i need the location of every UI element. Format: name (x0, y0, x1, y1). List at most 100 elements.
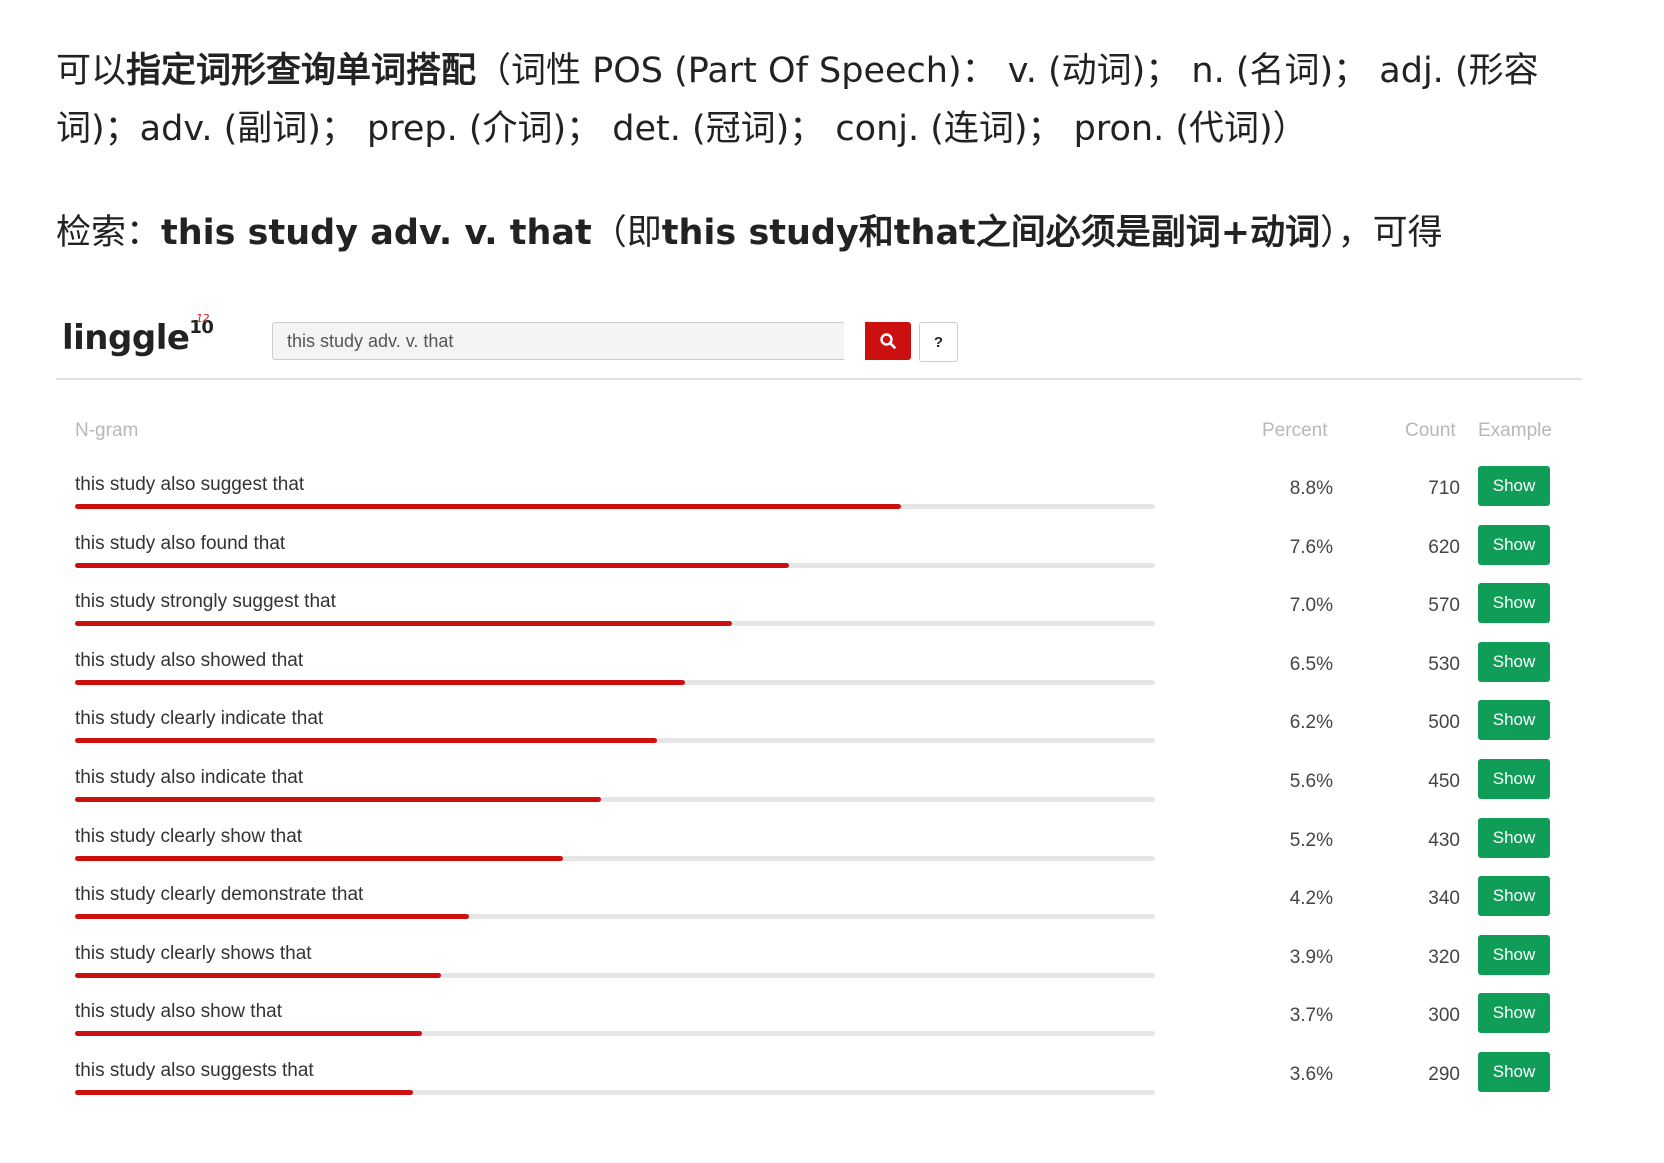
percent-bar-fill (75, 504, 901, 509)
header-percent: Percent (1262, 420, 1328, 441)
table-row: this study clearly indicate that 6.2% 500 S… (0, 700, 1664, 766)
show-example-button[interactable]: Show (1478, 876, 1550, 917)
table-row: this study strongly suggest that 7.0% 570 S… (0, 583, 1664, 649)
show-example-button[interactable]: Show (1478, 1052, 1550, 1092)
table-row: this study clearly shows that 3.9% 320 Show (0, 934, 1664, 1001)
percent-bar-track (75, 855, 1155, 861)
percent-bar-track (75, 972, 1155, 978)
percent-bar-fill (75, 1031, 422, 1037)
percent-bar-fill (75, 1090, 413, 1095)
query-bold-1: this study adv. v. that (161, 213, 592, 253)
ngram-text: this study also suggests that (75, 1060, 314, 1081)
header-ngram: N-gram (75, 420, 139, 441)
count-value: 710 (1428, 478, 1460, 499)
show-example-button[interactable]: Show (1478, 466, 1550, 506)
table-row: this study also suggest that 8.8% 710 Show (0, 466, 1664, 532)
header-count: Count (1405, 420, 1456, 441)
percent-value: 6.5% (1289, 653, 1333, 675)
percent-bar-fill (75, 855, 563, 861)
show-example-button[interactable]: Show (1478, 817, 1550, 858)
count-value: 340 (1428, 888, 1460, 910)
percent-value: 6.2% (1289, 712, 1333, 734)
header-divider (56, 378, 1582, 380)
table-row: this study also showed that 6.5% 530 Show (0, 641, 1664, 708)
search-button[interactable] (865, 322, 911, 360)
percent-bar-track (75, 679, 1155, 685)
percent-value: 5.6% (1289, 771, 1333, 792)
ngram-text: this study also indicate that (75, 767, 304, 788)
count-value: 320 (1428, 946, 1460, 968)
percent-bar-track (75, 621, 1155, 627)
intro-prefix: 可以 (56, 51, 127, 91)
show-example-button[interactable]: Show (1478, 700, 1550, 741)
query-line: 检索：this study adv. v. that（即this study和t… (56, 205, 1576, 261)
intro-line2: 词)；adv. (副词)； prep. (介词)； det. (冠词)； con… (56, 109, 1308, 149)
table-row: this study clearly demonstrate that 4.2% 3… (0, 876, 1664, 942)
percent-bar-track (75, 562, 1155, 568)
table-row: this study clearly show that 5.2% 430 Show (0, 817, 1664, 884)
percent-value: 5.2% (1289, 829, 1333, 851)
linggle-logo[interactable]: linggle10 12 (62, 312, 214, 358)
percent-bar-fill (75, 679, 685, 685)
query-paren-open: （即 (591, 213, 662, 253)
percent-value: 3.7% (1289, 1005, 1333, 1027)
search-icon (880, 333, 896, 349)
query-bold-2: this study和that之间必须是副词+动词 (661, 213, 1321, 253)
table-row: this study also show that 3.7% 300 Show (0, 993, 1664, 1059)
intro-bold: 指定词形查询单词搭配 (126, 51, 477, 91)
intro-paragraph: 可以指定词形查询单词搭配（词性 POS (Part Of Speech)： v.… (56, 42, 1576, 158)
percent-bar-fill (75, 738, 657, 744)
logo-version: 12 (196, 312, 210, 325)
percent-value: 3.6% (1289, 1064, 1333, 1085)
percent-bar-track (75, 1031, 1155, 1037)
ngram-text: this study clearly demonstrate that (75, 884, 364, 906)
help-button[interactable]: ? (919, 322, 958, 362)
intro-line1-rest: （词性 POS (Part Of Speech)： v. (动词)； n. (名… (476, 51, 1539, 91)
percent-bar-track (75, 738, 1155, 744)
count-value: 530 (1428, 653, 1460, 675)
ngram-text: this study clearly shows that (75, 942, 312, 964)
ngram-text: this study also show that (75, 1001, 282, 1023)
show-example-button[interactable]: Show (1478, 993, 1550, 1034)
show-example-button[interactable]: Show (1478, 524, 1550, 565)
count-value: 430 (1428, 829, 1460, 851)
count-value: 620 (1428, 536, 1460, 558)
percent-bar-track (75, 914, 1155, 920)
percent-value: 8.8% (1289, 478, 1333, 499)
header-example: Example (1478, 420, 1552, 441)
percent-value: 7.6% (1289, 536, 1333, 558)
percent-bar-fill (75, 621, 732, 627)
ngram-text: this study also found that (75, 532, 286, 554)
table-row: this study also suggests that 3.6% 290 Show (0, 1052, 1664, 1118)
table-row: this study also found that 7.6% 620 Show (0, 524, 1664, 591)
percent-bar-track (75, 1090, 1155, 1095)
percent-value: 4.2% (1289, 888, 1333, 910)
logo-text: linggle (62, 318, 190, 358)
search-input[interactable]: this study adv. v. that (272, 322, 844, 360)
table-row: this study also indicate that 5.6% 450 Show (0, 759, 1664, 825)
show-example-button[interactable]: Show (1478, 583, 1550, 624)
show-example-button[interactable]: Show (1478, 759, 1550, 799)
ngram-text: this study also showed that (75, 649, 304, 671)
count-value: 570 (1428, 595, 1460, 617)
show-example-button[interactable]: Show (1478, 934, 1550, 975)
percent-bar-fill (75, 972, 441, 978)
ngram-text: this study clearly show that (75, 825, 303, 847)
ngram-text: this study clearly indicate that (75, 708, 324, 730)
count-value: 290 (1428, 1064, 1460, 1085)
percent-bar-fill (75, 797, 601, 802)
percent-bar-track (75, 797, 1155, 802)
ngram-text: this study also suggest that (75, 474, 305, 495)
count-value: 300 (1428, 1005, 1460, 1027)
percent-bar-fill (75, 562, 789, 568)
query-suffix: ），可得 (1320, 213, 1443, 253)
query-prefix: 检索： (56, 213, 162, 253)
count-value: 450 (1428, 771, 1460, 792)
ngram-text: this study strongly suggest that (75, 591, 336, 613)
count-value: 500 (1428, 712, 1460, 734)
percent-bar-track (75, 504, 1155, 509)
percent-bar-fill (75, 914, 469, 920)
percent-value: 3.9% (1289, 946, 1333, 968)
percent-value: 7.0% (1289, 595, 1333, 617)
show-example-button[interactable]: Show (1478, 641, 1550, 682)
